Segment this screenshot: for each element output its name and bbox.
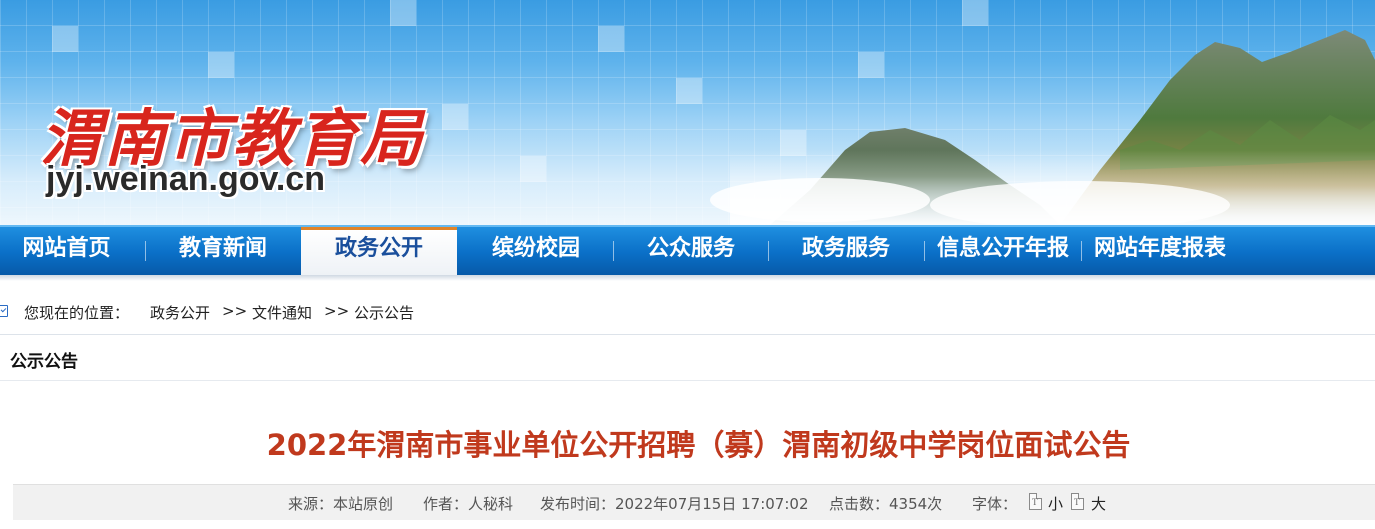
site-logo-url: jyj.weinan.gov.cn — [46, 160, 325, 198]
meta-source: 来源：本站原创 — [288, 495, 394, 513]
nav-item-gov-service[interactable]: 政务服务 — [775, 227, 917, 275]
breadcrumb: 您现在的位置： 政务公开 >> 文件通知 >> 公示公告 — [0, 298, 1375, 328]
divider — [0, 334, 1375, 335]
font-small-icon[interactable] — [1029, 493, 1042, 510]
nav-separator — [924, 241, 925, 261]
cloud — [710, 178, 930, 222]
article-meta-bar: 来源：本站原创 作者：人秘科 发布时间：2022年07月15日 17:07:02… — [13, 484, 1375, 520]
article-title: 2022年渭南市事业单位公开招聘（募）渭南初级中学岗位面试公告 — [266, 428, 1131, 462]
nav-item-home[interactable]: 网站首页 — [0, 227, 133, 275]
font-large-icon[interactable] — [1071, 493, 1084, 510]
breadcrumb-prefix: 您现在的位置： — [24, 304, 130, 322]
nav-separator — [145, 241, 146, 261]
section-title: 公示公告 — [10, 352, 78, 372]
nav-item-gov-affairs-open[interactable]: 政务公开 — [301, 227, 457, 275]
breadcrumb-separator: >> — [324, 302, 350, 320]
meta-author: 作者：人秘科 — [423, 495, 514, 513]
meta-clicks: 点击数：4354次 — [829, 495, 943, 513]
nav-separator — [613, 241, 614, 261]
divider — [0, 380, 1375, 381]
nav-shadow — [0, 275, 1375, 281]
breadcrumb-link-announcements[interactable]: 公示公告 — [354, 302, 414, 323]
font-small-button[interactable]: 小 — [1048, 493, 1063, 514]
font-large-button[interactable]: 大 — [1091, 493, 1106, 514]
site-banner: 渭南市教育局 jyj.weinan.gov.cn — [0, 0, 1375, 225]
breadcrumb-link-gov-affairs[interactable]: 政务公开 — [150, 302, 210, 323]
nav-item-education-news[interactable]: 教育新闻 — [153, 227, 293, 275]
meta-font-label: 字体： — [972, 495, 1018, 513]
breadcrumb-link-notices[interactable]: 文件通知 — [252, 302, 312, 323]
nav-item-public-service[interactable]: 公众服务 — [620, 227, 762, 275]
nav-separator — [1081, 241, 1082, 261]
nav-separator — [768, 241, 769, 261]
breadcrumb-separator: >> — [222, 302, 248, 320]
nav-item-site-report[interactable]: 网站年度报表 — [1085, 227, 1235, 275]
main-nav: 网站首页 教育新闻 政务公开 缤纷校园 公众服务 政务服务 信息公开年报 网站年… — [0, 225, 1375, 275]
checkbox-icon — [0, 305, 8, 317]
meta-published: 发布时间：2022年07月15日 17:07:02 — [540, 495, 809, 513]
nav-item-annual-report[interactable]: 信息公开年报 — [928, 227, 1078, 275]
nav-item-campus[interactable]: 缤纷校园 — [466, 227, 606, 275]
